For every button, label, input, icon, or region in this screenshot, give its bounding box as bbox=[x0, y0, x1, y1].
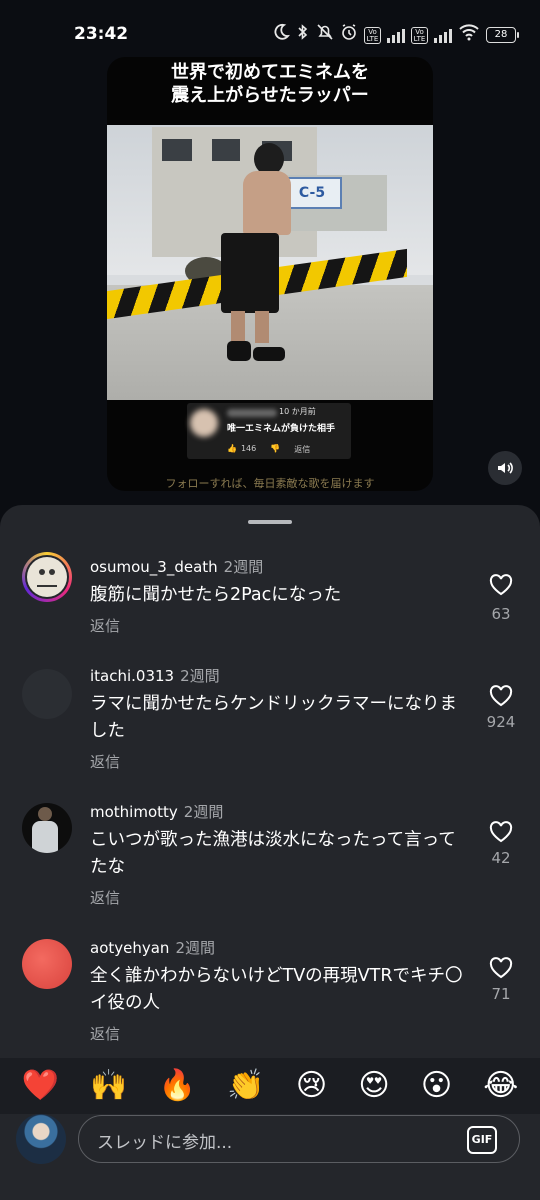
comment-username[interactable]: itachi.0313 2週間 bbox=[90, 665, 220, 686]
person-leg bbox=[231, 311, 245, 343]
self-avatar bbox=[16, 1114, 66, 1164]
comment-text: ラマに聞かせたらケンドリックラマーになりました bbox=[90, 694, 457, 741]
battery-icon: 28 bbox=[486, 27, 519, 43]
reply-button[interactable]: 返信 bbox=[90, 615, 120, 636]
person-shoe bbox=[227, 341, 251, 361]
gif-button[interactable]: GIF bbox=[467, 1126, 497, 1154]
comment-username-text[interactable]: mothimotty bbox=[90, 803, 178, 821]
like-button[interactable] bbox=[486, 685, 516, 711]
heart-icon bbox=[489, 821, 513, 843]
video-title-line2: 震え上がらせたラッパー bbox=[171, 85, 369, 106]
like-button[interactable] bbox=[486, 574, 516, 600]
emoji-laughing[interactable]: 😂 bbox=[483, 1058, 518, 1114]
status-icons: Vo LTE Vo LTE 28 bbox=[272, 23, 519, 47]
sticker-time: 10 か月前 bbox=[279, 407, 316, 416]
reply-button[interactable]: 返信 bbox=[90, 1023, 120, 1044]
like-button[interactable] bbox=[486, 821, 516, 847]
sticker-footer: 👍 146 👎 返信 bbox=[227, 444, 310, 455]
sticker-username-blurred bbox=[227, 409, 277, 417]
video-title-line1: 世界で初めてエミネムを bbox=[171, 62, 369, 83]
comment-text: 腹筋に聞かせたら2Pacになった bbox=[90, 585, 342, 605]
comment-sticker: 10 か月前 唯一エミネムが負けた相手 👍 146 👎 返信 bbox=[187, 403, 351, 459]
signal-icon bbox=[387, 27, 405, 43]
video-title: 世界で初めてエミネムを 震え上がらせたラッパー bbox=[107, 61, 433, 107]
emoji-reaction-bar: ❤️ 🙌 🔥 👏 😢 😍 😮 😂 bbox=[0, 1058, 540, 1114]
comment-username-text[interactable]: aotyehyan bbox=[90, 939, 169, 957]
comment-time: 2週間 bbox=[180, 667, 220, 685]
sticker-reply: 返信 bbox=[294, 445, 311, 454]
comment-input-placeholder[interactable]: スレッドに参加... bbox=[97, 1128, 232, 1153]
wifi-icon bbox=[458, 23, 480, 47]
video-player[interactable]: 世界で初めてエミネムを 震え上がらせたラッパー C-5 10 か月前 唯一エミネ… bbox=[107, 57, 433, 491]
mute-button[interactable] bbox=[488, 451, 522, 485]
ship-sign: C-5 bbox=[282, 177, 342, 209]
avatar[interactable] bbox=[22, 669, 72, 719]
person-shorts bbox=[221, 233, 279, 313]
comment-time: 2週間 bbox=[183, 803, 224, 821]
comment-text: 全く誰かわからないけどTVの再現VTRでキチ〇イ役の人 bbox=[90, 966, 463, 1013]
sticker-like-icon: 👍 bbox=[227, 444, 237, 453]
sticker-text: 唯一エミネムが負けた相手 bbox=[227, 424, 336, 434]
comment-time: 2週間 bbox=[175, 939, 215, 957]
video-frame: C-5 bbox=[107, 125, 433, 400]
signal-icon bbox=[434, 27, 452, 43]
comment-text: こいつが歌った漁港は淡水になったって言ってたな bbox=[90, 830, 456, 877]
volte-icon: Vo LTE bbox=[411, 26, 428, 44]
video-caption: フォローすれば、毎日素敵な歌を届けます bbox=[165, 477, 375, 490]
emoji-clap[interactable]: 👏 bbox=[227, 1058, 264, 1114]
emoji-heart-eyes[interactable]: 😍 bbox=[358, 1058, 389, 1114]
sticker-likes: 146 bbox=[240, 444, 257, 453]
volte-icon: Vo LTE bbox=[364, 26, 381, 44]
moon-icon bbox=[272, 23, 290, 47]
like-count: 63 bbox=[491, 605, 511, 623]
avatar[interactable] bbox=[22, 803, 72, 853]
alarm-icon bbox=[340, 23, 358, 47]
like-count: 42 bbox=[491, 849, 511, 867]
person-torso bbox=[243, 171, 291, 235]
person-leg bbox=[255, 311, 269, 343]
status-time: 23:42 bbox=[74, 24, 129, 44]
comment-username-text[interactable]: itachi.0313 bbox=[90, 667, 174, 685]
emoji-surprised[interactable]: 😮 bbox=[421, 1058, 452, 1114]
like-count: 924 bbox=[486, 713, 516, 731]
heart-icon bbox=[489, 685, 513, 707]
person-shoe bbox=[253, 347, 285, 361]
comment-username-text[interactable]: osumou_3_death bbox=[90, 558, 218, 576]
comment-username[interactable]: osumou_3_death 2週間 bbox=[90, 556, 263, 577]
heart-icon bbox=[489, 574, 513, 596]
avatar[interactable] bbox=[22, 939, 72, 989]
sticker-avatar bbox=[190, 409, 218, 437]
reply-button[interactable]: 返信 bbox=[90, 751, 120, 772]
sheet-drag-handle[interactable] bbox=[248, 520, 292, 524]
heart-icon bbox=[489, 957, 513, 979]
like-button[interactable] bbox=[486, 957, 516, 983]
comment-username[interactable]: mothimotty 2週間 bbox=[90, 801, 223, 822]
comment-input[interactable]: スレッドに参加... GIF bbox=[78, 1115, 520, 1163]
like-count: 71 bbox=[491, 985, 511, 1003]
emoji-fire[interactable]: 🔥 bbox=[159, 1058, 196, 1114]
comment-username[interactable]: aotyehyan 2週間 bbox=[90, 937, 215, 958]
sticker-dislike-icon: 👎 bbox=[270, 444, 281, 453]
emoji-raised-hands[interactable]: 🙌 bbox=[90, 1058, 127, 1114]
emoji-crying[interactable]: 😢 bbox=[296, 1058, 327, 1114]
reply-button[interactable]: 返信 bbox=[90, 887, 120, 908]
bluetooth-icon bbox=[296, 23, 310, 47]
comment-time: 2週間 bbox=[223, 558, 264, 576]
speaker-icon bbox=[498, 462, 513, 474]
bell-off-icon bbox=[316, 23, 334, 47]
emoji-heart[interactable]: ❤️ bbox=[22, 1058, 59, 1114]
avatar[interactable] bbox=[22, 552, 72, 602]
